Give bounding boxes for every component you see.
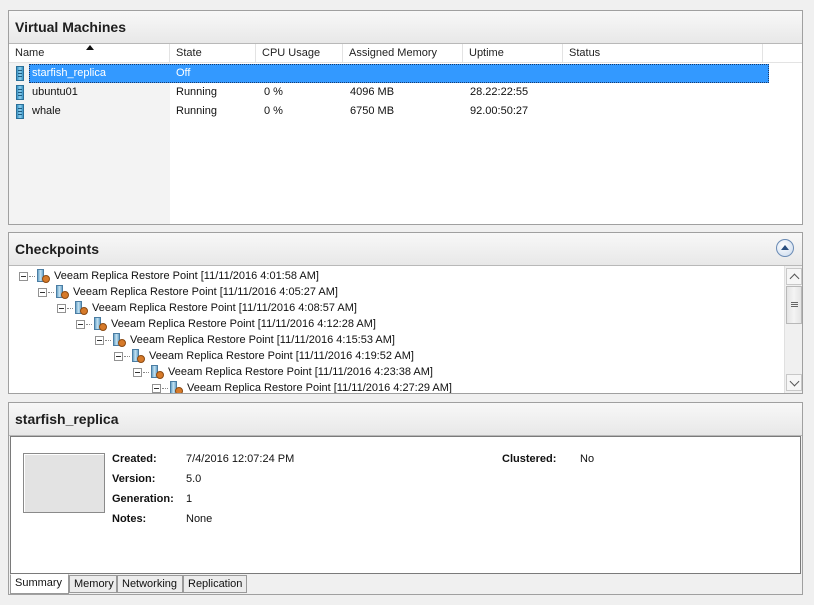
checkpoint-icon xyxy=(53,285,69,300)
checkpoint-icon xyxy=(72,301,88,316)
checkpoint-icon xyxy=(91,317,107,332)
vm-table: Name State CPU Usage Assigned Memory Upt… xyxy=(9,44,802,224)
created-label: Created: xyxy=(112,453,157,465)
tree-collapse-toggle-icon[interactable] xyxy=(152,384,161,393)
virtual-machines-panel: Virtual Machines Name State CPU Usage As… xyxy=(8,10,803,225)
vm-name: ubuntu01 xyxy=(32,86,78,98)
created-value: 7/4/2016 12:07:24 PM xyxy=(186,453,295,465)
tree-collapse-toggle-icon[interactable] xyxy=(133,368,142,377)
vm-thumbnail[interactable] xyxy=(23,453,105,513)
vm-cpu: 0 % xyxy=(264,86,283,98)
checkpoint-item[interactable]: Veeam Replica Restore Point [11/11/2016 … xyxy=(9,381,769,393)
checkpoint-scrollbar[interactable] xyxy=(784,266,802,393)
tab-networking[interactable]: Networking xyxy=(117,575,183,593)
checkpoint-label: Veeam Replica Restore Point [11/11/2016 … xyxy=(187,382,452,393)
checkpoint-icon xyxy=(34,269,50,284)
vm-server-icon xyxy=(16,66,24,81)
selection-highlight xyxy=(29,64,769,83)
checkpoint-item[interactable]: Veeam Replica Restore Point [11/11/2016 … xyxy=(9,349,769,365)
checkpoint-label: Veeam Replica Restore Point [11/11/2016 … xyxy=(168,366,433,378)
vm-row-ubuntu01[interactable]: ubuntu01 Running 0 % 4096 MB 28.22:22:55 xyxy=(9,83,769,102)
checkpoint-item[interactable]: Veeam Replica Restore Point [11/11/2016 … xyxy=(9,365,769,381)
checkpoint-label: Veeam Replica Restore Point [11/11/2016 … xyxy=(130,334,395,346)
details-tab-bar: Summary Memory Networking Replication xyxy=(10,574,801,594)
tree-collapse-toggle-icon[interactable] xyxy=(38,288,47,297)
column-header-status[interactable]: Status xyxy=(563,44,763,63)
vm-name: starfish_replica xyxy=(32,67,106,79)
checkpoint-badge xyxy=(42,275,50,283)
vm-uptime: 92.00:50:27 xyxy=(470,105,529,117)
clustered-value: No xyxy=(580,453,595,465)
checkpoint-item[interactable]: Veeam Replica Restore Point [11/11/2016 … xyxy=(9,285,769,301)
vm-name: whale xyxy=(32,105,61,117)
checkpoint-label: Veeam Replica Restore Point [11/11/2016 … xyxy=(111,318,376,330)
vm-details-panel: starfish_replica Created: 7/4/2016 12:07… xyxy=(8,402,803,595)
checkpoint-label: Veeam Replica Restore Point [11/11/2016 … xyxy=(73,286,338,298)
column-header-cpu-usage[interactable]: CPU Usage xyxy=(256,44,343,63)
checkpoint-badge xyxy=(175,387,183,393)
checkpoints-title: Checkpoints xyxy=(9,233,802,266)
tab-summary[interactable]: Summary xyxy=(10,574,69,594)
column-header-assigned-memory[interactable]: Assigned Memory xyxy=(343,44,463,63)
vm-state: Running xyxy=(176,105,217,117)
checkpoint-badge xyxy=(99,323,107,331)
vm-row-whale[interactable]: whale Running 0 % 6750 MB 92.00:50:27 xyxy=(9,102,769,121)
scroll-down-button[interactable] xyxy=(786,374,802,391)
column-header-uptime[interactable]: Uptime xyxy=(463,44,563,63)
column-header-state[interactable]: State xyxy=(170,44,256,63)
scroll-up-button[interactable] xyxy=(786,268,802,285)
vm-server-icon xyxy=(16,104,24,119)
checkpoints-title-label: Checkpoints xyxy=(15,241,100,257)
checkpoint-badge xyxy=(61,291,69,299)
checkpoint-label: Veeam Replica Restore Point [11/11/2016 … xyxy=(54,270,319,282)
tree-collapse-toggle-icon[interactable] xyxy=(114,352,123,361)
version-label: Version: xyxy=(112,473,156,485)
checkpoint-tree: Veeam Replica Restore Point [11/11/2016 … xyxy=(9,266,784,393)
checkpoint-badge xyxy=(118,339,126,347)
generation-label: Generation: xyxy=(112,493,174,505)
sort-ascending-icon xyxy=(86,45,94,50)
checkpoint-badge xyxy=(137,355,145,363)
scroll-thumb[interactable] xyxy=(786,286,802,324)
checkpoint-item[interactable]: Veeam Replica Restore Point [11/11/2016 … xyxy=(9,317,769,333)
collapse-up-icon[interactable] xyxy=(776,239,794,257)
notes-value: None xyxy=(186,513,213,525)
checkpoint-badge xyxy=(156,371,164,379)
checkpoint-icon xyxy=(110,333,126,348)
tree-collapse-toggle-icon[interactable] xyxy=(19,272,28,281)
checkpoint-item[interactable]: Veeam Replica Restore Point [11/11/2016 … xyxy=(9,333,769,349)
vm-state: Running xyxy=(176,86,217,98)
vm-memory: 4096 MB xyxy=(350,86,395,98)
details-summary-body: Created: 7/4/2016 12:07:24 PM Version: 5… xyxy=(10,436,801,574)
column-header-name-label: Name xyxy=(15,47,45,59)
vm-server-icon xyxy=(16,85,24,100)
tab-memory[interactable]: Memory xyxy=(69,575,117,593)
vm-cpu: 0 % xyxy=(264,105,283,117)
checkpoint-label: Veeam Replica Restore Point [11/11/2016 … xyxy=(149,350,414,362)
tree-collapse-toggle-icon[interactable] xyxy=(57,304,66,313)
tree-collapse-toggle-icon[interactable] xyxy=(76,320,85,329)
vm-uptime: 28.22:22:55 xyxy=(470,86,529,98)
checkpoint-icon xyxy=(167,381,183,393)
virtual-machines-title: Virtual Machines xyxy=(9,11,802,44)
notes-label: Notes: xyxy=(112,513,147,525)
vm-table-header: Name State CPU Usage Assigned Memory Upt… xyxy=(9,44,802,63)
checkpoint-item[interactable]: Veeam Replica Restore Point [11/11/2016 … xyxy=(9,301,769,317)
clustered-label: Clustered: xyxy=(502,453,557,465)
checkpoint-label: Veeam Replica Restore Point [11/11/2016 … xyxy=(92,302,357,314)
vm-memory: 6750 MB xyxy=(350,105,395,117)
generation-value: 1 xyxy=(186,493,193,505)
checkpoint-badge xyxy=(80,307,88,315)
tab-replication[interactable]: Replication xyxy=(183,575,247,593)
checkpoint-item[interactable]: Veeam Replica Restore Point [11/11/2016 … xyxy=(9,269,769,285)
checkpoint-icon xyxy=(129,349,145,364)
column-header-name[interactable]: Name xyxy=(9,44,170,63)
version-value: 5.0 xyxy=(186,473,202,485)
tree-collapse-toggle-icon[interactable] xyxy=(95,336,104,345)
vm-state: Off xyxy=(176,67,191,79)
checkpoints-panel: Checkpoints Veeam Replica Restore Point … xyxy=(8,232,803,394)
checkpoint-icon xyxy=(148,365,164,380)
vm-row-starfish-replica[interactable]: starfish_replica Off xyxy=(9,64,769,83)
details-title: starfish_replica xyxy=(9,403,802,436)
